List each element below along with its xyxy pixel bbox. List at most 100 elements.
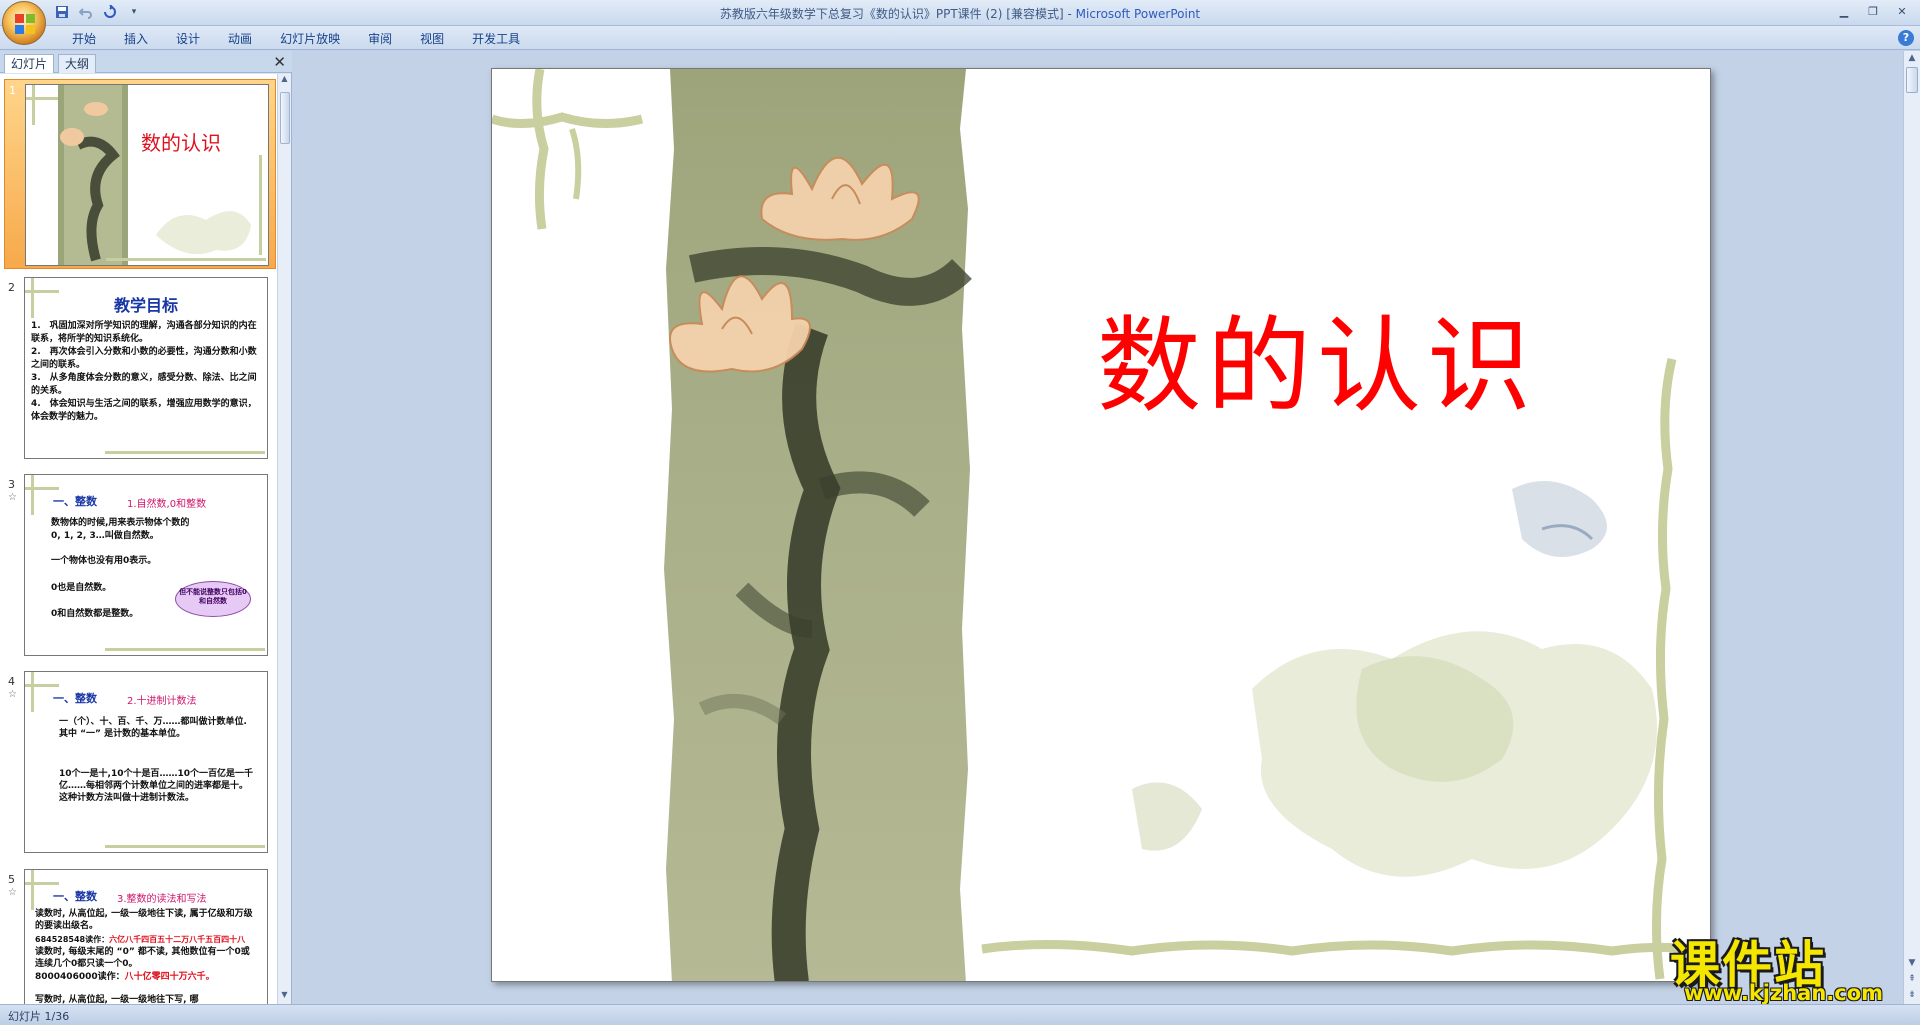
vine-decoration bbox=[106, 258, 266, 261]
maximize-icon[interactable]: ❐ bbox=[1859, 2, 1887, 20]
vine-decoration bbox=[25, 684, 59, 687]
example-number: 8000406000读作： bbox=[35, 972, 125, 982]
watermark-logo: 课件站 www.kjzhan.com bbox=[1670, 925, 1905, 1005]
tab-developer[interactable]: 开发工具 bbox=[458, 30, 534, 48]
text-line: 一个物体也没有用0表示。 bbox=[51, 556, 157, 566]
tab-review[interactable]: 审阅 bbox=[354, 30, 406, 48]
section-heading: 一、整数 bbox=[53, 890, 97, 903]
slide-scrollbar[interactable]: ▲ ▼ ⇞ ⇟ bbox=[1903, 51, 1920, 1004]
thumbnail-list: 1 数的认识 2 教学目标 1. 巩固加深对所学知识的理解，沟通各部分知识的内在… bbox=[0, 74, 278, 1004]
lotus-ink-painting-image bbox=[664, 69, 972, 981]
slide-thumbnail-5[interactable]: 5 ☆ 一、整数 3.整数的读法和写法 读数时, 从高位起, 一级一级地往下读,… bbox=[4, 869, 276, 1004]
animation-star-icon: ☆ bbox=[8, 887, 17, 898]
watermark-url: www.kjzhan.com bbox=[1684, 981, 1884, 1005]
ribbon-tabs: 开始 插入 设计 动画 幻灯片放映 审阅 视图 开发工具 bbox=[58, 30, 534, 48]
objective-line: 1. 巩固加深对所学知识的理解，沟通各部分知识的内在联系，将所学的知识系统化。 bbox=[31, 321, 257, 344]
thumbnail-scrollbar[interactable]: ▲ ▼ bbox=[277, 74, 291, 1004]
tab-slideshow[interactable]: 幻灯片放映 bbox=[266, 30, 354, 48]
title-bar: ▾ 苏教版六年级数学下总复习《数的认识》PPT课件 (2) [兼容模式] - M… bbox=[0, 0, 1920, 45]
slides-panel: 幻灯片 大纲 ✕ 1 数的认识 2 教学目标 1. 巩固加深对所学知识的理解，沟… bbox=[0, 51, 292, 1004]
example-reading: 六亿八千四百五十二万八千五百四十八 bbox=[109, 935, 246, 944]
vine-decoration bbox=[105, 451, 265, 454]
window-title: 苏教版六年级数学下总复习《数的认识》PPT课件 (2) [兼容模式] - Mic… bbox=[0, 5, 1920, 22]
slide-5-preview: 一、整数 3.整数的读法和写法 读数时, 从高位起, 一级一级地往下读, 属于亿… bbox=[24, 869, 268, 1004]
slide-thumbnail-4[interactable]: 4 ☆ 一、整数 2.十进制计数法 一（个）、十、百、千、万……都叫做计数单位.… bbox=[4, 671, 276, 857]
text-line: 0, 1, 2, 3…叫做自然数。 bbox=[51, 531, 159, 541]
slide-thumbnail-1[interactable]: 1 数的认识 bbox=[4, 79, 276, 269]
animation-star-icon: ☆ bbox=[8, 492, 17, 503]
slide-1-thumb-title: 数的认识 bbox=[141, 131, 221, 155]
scrollbar-thumb[interactable] bbox=[1906, 67, 1918, 93]
watercolor-blot bbox=[156, 211, 251, 255]
office-button[interactable] bbox=[2, 1, 46, 45]
ribbon: 开始 插入 设计 动画 幻灯片放映 审阅 视图 开发工具 ? bbox=[0, 26, 1920, 50]
previous-slide-icon[interactable]: ⇞ bbox=[1904, 974, 1920, 984]
vine-decoration bbox=[32, 85, 35, 125]
slide-thumbnail-2[interactable]: 2 教学目标 1. 巩固加深对所学知识的理解，沟通各部分知识的内在联系，将所学的… bbox=[4, 277, 276, 463]
slide-title[interactable]: 数的认识 bbox=[1097, 281, 1537, 432]
text-line: 0也是自然数。 bbox=[51, 583, 112, 593]
panel-tabs: 幻灯片 大纲 ✕ bbox=[0, 51, 292, 73]
tab-animations[interactable]: 动画 bbox=[214, 30, 266, 48]
document-title: 苏教版六年级数学下总复习《数的认识》PPT课件 (2) [兼容模式] - bbox=[719, 7, 1076, 21]
slide-counter: 幻灯片 1/36 bbox=[8, 1010, 70, 1023]
example-line: 8000406000读作：八十亿零四十万六千。 bbox=[35, 971, 215, 983]
tab-view[interactable]: 视图 bbox=[406, 30, 458, 48]
text-paragraph: 写数时, 从高位起, 一级一级地往下写, 哪 bbox=[35, 995, 199, 1004]
office-logo-icon bbox=[15, 14, 35, 34]
help-icon[interactable]: ? bbox=[1898, 30, 1914, 46]
scroll-up-icon[interactable]: ▲ bbox=[278, 74, 291, 88]
example-number: 684528548读作： bbox=[35, 935, 110, 944]
tab-home[interactable]: 开始 bbox=[58, 30, 110, 48]
scroll-down-icon[interactable]: ▼ bbox=[1904, 958, 1920, 968]
tab-insert[interactable]: 插入 bbox=[110, 30, 162, 48]
current-slide[interactable]: 数的认识 bbox=[491, 68, 1711, 982]
close-icon[interactable]: ✕ bbox=[1888, 2, 1916, 20]
vine-decoration bbox=[259, 155, 262, 255]
vine-decoration bbox=[31, 672, 34, 712]
text-paragraph: 一（个）、十、百、千、万……都叫做计数单位. 其中 “一” 是计数的基本单位。 bbox=[59, 717, 247, 739]
vine-decoration bbox=[25, 882, 59, 885]
status-bar: 幻灯片 1/36 bbox=[0, 1004, 1920, 1025]
slide-1-preview: 数的认识 bbox=[25, 84, 269, 266]
next-slide-icon[interactable]: ⇟ bbox=[1904, 990, 1920, 1000]
text-paragraph: 读数时, 每级末尾的 “0” 都不读, 其他数位有一个0或连续几个0都只读一个0… bbox=[35, 947, 250, 969]
panel-close-icon[interactable]: ✕ bbox=[273, 53, 286, 71]
vine-decoration bbox=[31, 475, 34, 515]
objective-line: 3. 从多角度体会分数的意义，感受分数、除法、比之间的关系。 bbox=[31, 373, 257, 396]
slide-number: 4 bbox=[8, 675, 15, 688]
section-heading: 一、整数 bbox=[53, 495, 97, 508]
section-heading: 一、整数 bbox=[53, 692, 97, 705]
text-line: 数物体的时候,用来表示物体个数的 bbox=[51, 518, 190, 528]
text-line: 0和自然数都是整数。 bbox=[51, 609, 139, 619]
vine-decoration bbox=[105, 648, 265, 651]
slide-4-preview: 一、整数 2.十进制计数法 一（个）、十、百、千、万……都叫做计数单位. 其中 … bbox=[24, 671, 268, 853]
slide-number: 1 bbox=[9, 84, 16, 97]
slide-thumbnail-3[interactable]: 3 ☆ 一、整数 1.自然数,0和整数 数物体的时候,用来表示物体个数的 0, … bbox=[4, 474, 276, 660]
vine-decoration bbox=[105, 845, 265, 848]
slide-number: 5 bbox=[8, 873, 15, 886]
vine-decoration bbox=[25, 487, 59, 490]
example-line: 684528548读作：六亿八千四百五十二万八千五百四十八 bbox=[35, 934, 263, 946]
slide-number: 2 bbox=[8, 281, 15, 294]
animation-star-icon: ☆ bbox=[8, 689, 17, 700]
scroll-up-icon[interactable]: ▲ bbox=[1904, 53, 1920, 63]
tab-outline[interactable]: 大纲 bbox=[58, 54, 97, 73]
vine-decoration bbox=[31, 870, 34, 910]
section-subheading: 3.整数的读法和写法 bbox=[117, 894, 207, 905]
scrollbar-thumb[interactable] bbox=[280, 92, 290, 144]
window-controls: ▁ ❐ ✕ bbox=[1830, 2, 1916, 20]
tab-design[interactable]: 设计 bbox=[162, 30, 214, 48]
ink-painting-image bbox=[58, 85, 128, 265]
slide-2-thumb-title: 教学目标 bbox=[113, 296, 178, 315]
slide-3-preview: 一、整数 1.自然数,0和整数 数物体的时候,用来表示物体个数的 0, 1, 2… bbox=[24, 474, 268, 656]
speech-bubble: 但不能说整数只包括0和自然数 bbox=[175, 581, 251, 617]
scroll-down-icon[interactable]: ▼ bbox=[278, 990, 291, 1004]
text-paragraph: 10个一是十,10个十是百……10个一百亿是一千亿……每相邻两个计数单位之间的进… bbox=[59, 769, 253, 803]
minimize-icon[interactable]: ▁ bbox=[1830, 2, 1858, 20]
tab-slides[interactable]: 幻灯片 bbox=[4, 54, 55, 73]
text-paragraph: 读数时, 从高位起, 一级一级地往下读, 属于亿级和万级的要读出级名。 bbox=[35, 909, 253, 931]
objective-line: 4. 体会知识与生活之间的联系，增强应用数学的意识，体会数学的魅力。 bbox=[31, 399, 257, 422]
example-reading: 八十亿零四十万六千。 bbox=[124, 972, 215, 982]
section-subheading: 2.十进制计数法 bbox=[127, 696, 197, 707]
